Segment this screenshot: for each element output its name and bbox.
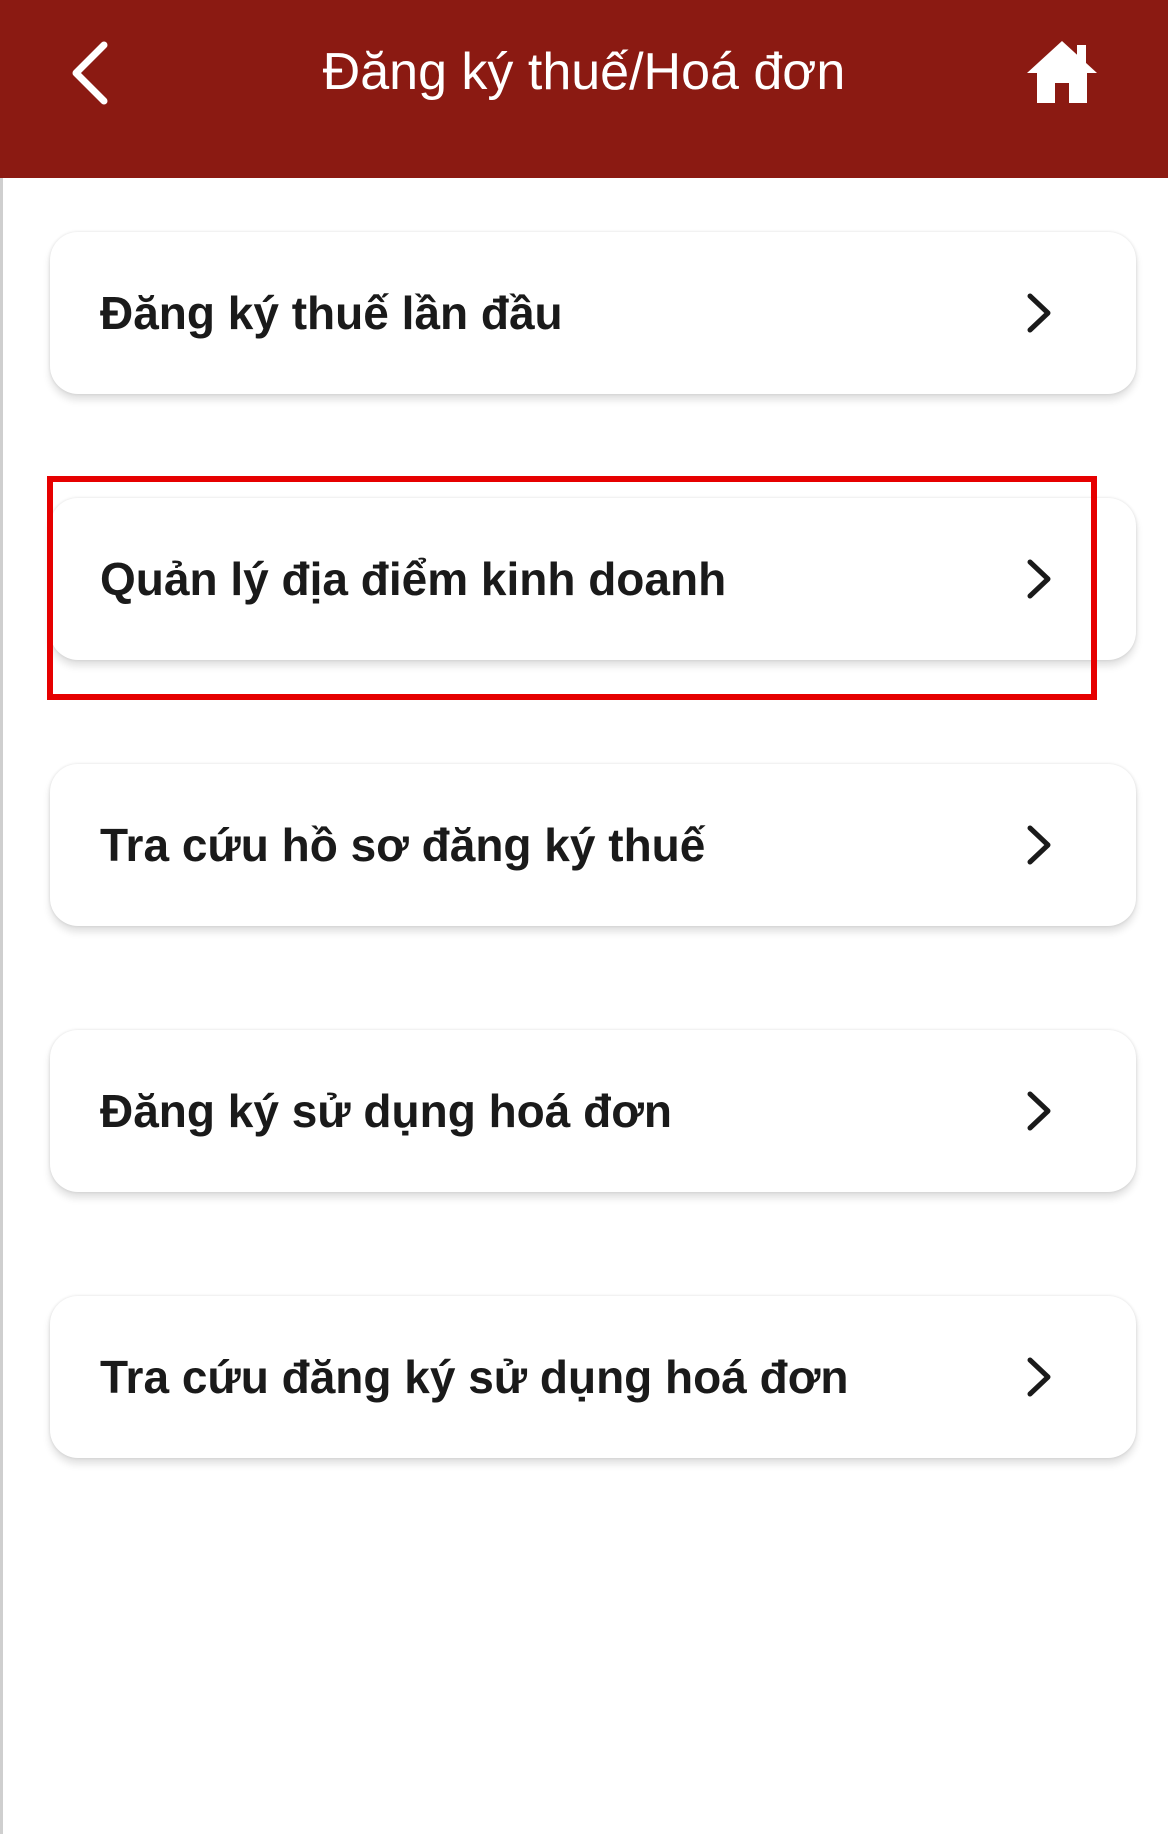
- menu-item-label: Đăng ký thuế lần đầu: [100, 287, 563, 339]
- menu-item-label: Đăng ký sử dụng hoá đơn: [100, 1085, 673, 1137]
- chevron-right-icon: [1027, 1091, 1051, 1131]
- chevron-left-icon: [72, 41, 108, 104]
- menu-item-dang-ky-su-dung-hoa-don[interactable]: Đăng ký sử dụng hoá đơn: [50, 1030, 1136, 1192]
- home-icon: [1027, 41, 1097, 103]
- page-title: Đăng ký thuế/Hoá đơn: [322, 43, 846, 101]
- home-button[interactable]: [1022, 32, 1102, 112]
- chevron-right-icon: [1027, 825, 1051, 865]
- menu-item-label: Tra cứu đăng ký sử dụng hoá đơn: [100, 1351, 849, 1403]
- menu-item-tra-cuu-ho-so-dang-ky-thue[interactable]: Tra cứu hồ sơ đăng ký thuế: [50, 764, 1136, 926]
- screen-edge: [0, 0, 3, 1834]
- chevron-right-icon: [1027, 293, 1051, 333]
- chevron-right-icon: [1027, 1357, 1051, 1397]
- menu-item-label: Quản lý địa điểm kinh doanh: [100, 553, 727, 605]
- back-button[interactable]: [55, 35, 125, 110]
- app-header: Đăng ký thuế/Hoá đơn: [0, 0, 1168, 178]
- menu-item-tra-cuu-dang-ky-su-dung-hoa-don[interactable]: Tra cứu đăng ký sử dụng hoá đơn: [50, 1296, 1136, 1458]
- menu-item-quan-ly-dia-diem-kinh-doanh[interactable]: Quản lý địa điểm kinh doanh: [50, 498, 1136, 660]
- menu-item-label: Tra cứu hồ sơ đăng ký thuế: [100, 819, 706, 871]
- menu-item-dang-ky-thue-lan-dau[interactable]: Đăng ký thuế lần đầu: [50, 232, 1136, 394]
- chevron-right-icon: [1027, 559, 1051, 599]
